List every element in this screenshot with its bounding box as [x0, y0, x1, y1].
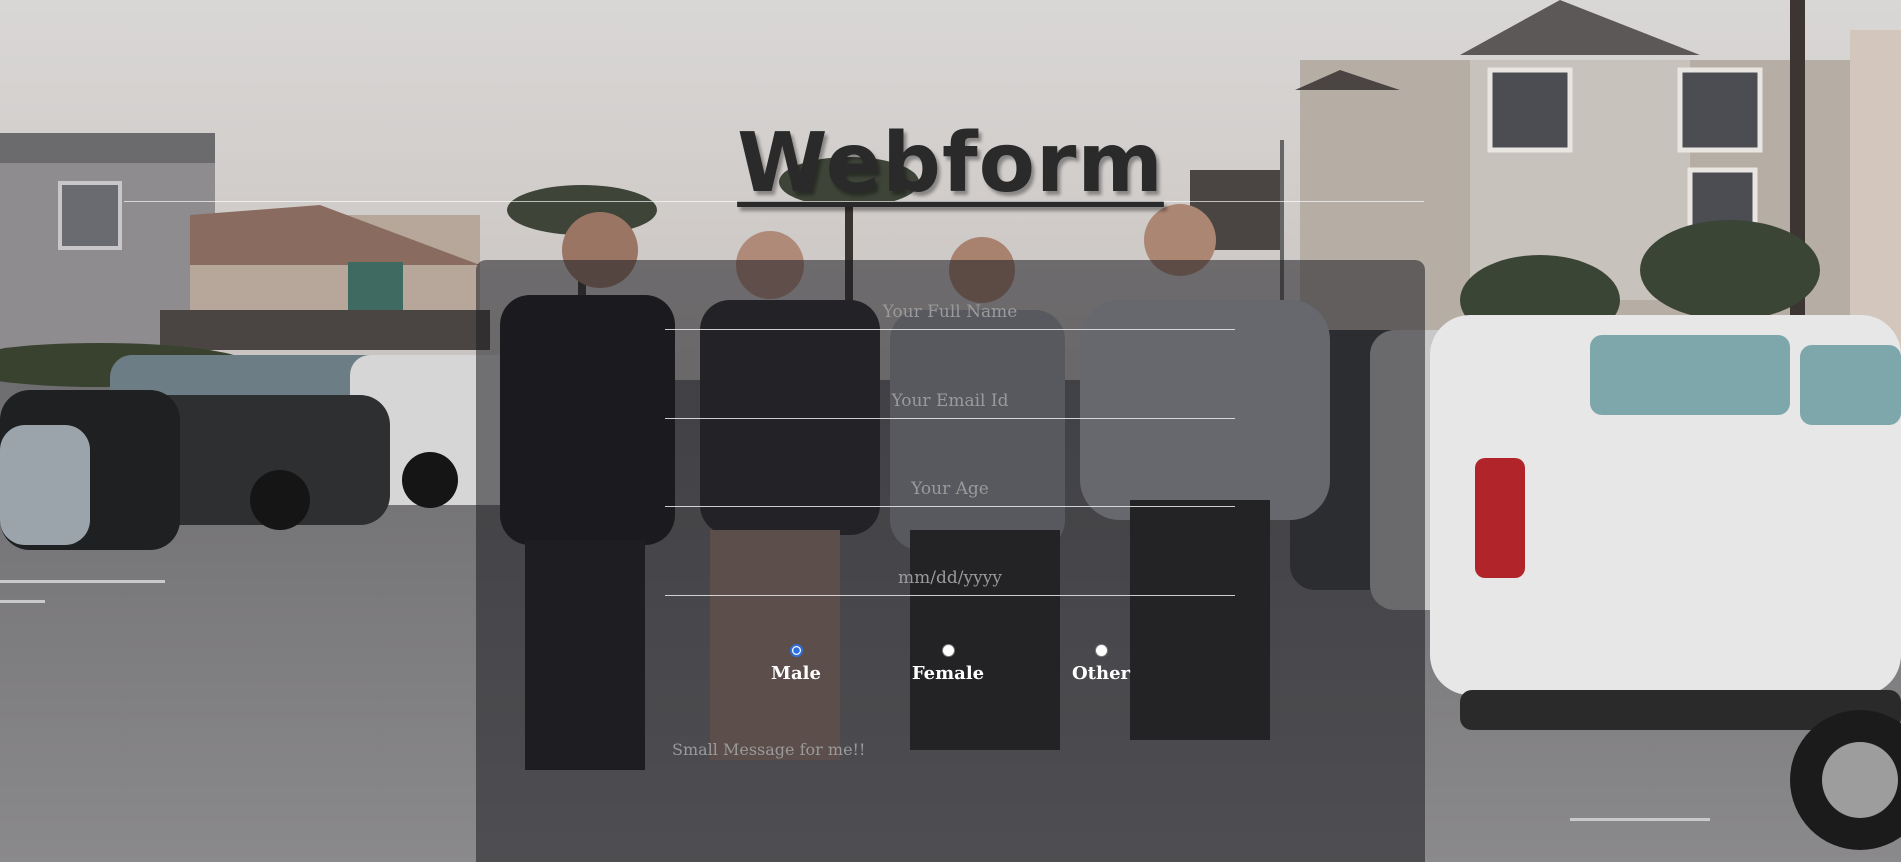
gender-option-female[interactable]: Female — [888, 644, 1008, 684]
radio-label-male: Male — [771, 663, 821, 684]
radio-button-male[interactable] — [789, 644, 803, 657]
full-name-input[interactable] — [665, 295, 1235, 330]
radio-label-female: Female — [911, 663, 985, 684]
email-input[interactable] — [665, 384, 1235, 419]
date-input[interactable] — [665, 561, 1235, 596]
title-divider — [124, 201, 1424, 202]
gender-option-male[interactable]: Male — [736, 644, 856, 684]
age-input[interactable] — [665, 472, 1235, 507]
form-panel: Male Female Other — [476, 260, 1425, 862]
message-textarea[interactable] — [672, 740, 1232, 860]
radio-button-other[interactable] — [1094, 644, 1108, 657]
radio-label-other: Other — [1071, 663, 1131, 684]
radio-button-female[interactable] — [941, 644, 955, 657]
gender-option-other[interactable]: Other — [1041, 644, 1161, 684]
page-title: Webform — [737, 115, 1164, 211]
